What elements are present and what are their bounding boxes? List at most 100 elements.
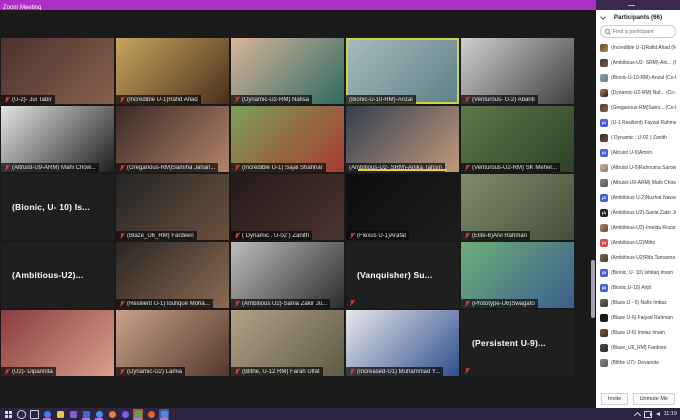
participant-row[interactable]: (Ambitious-U2)Rifa Tamanna [596,250,680,265]
participant-name: (Dynamic-U2-RM) Nafisa [242,97,309,103]
video-tile[interactable]: (Altruist-U9-ARM) Mahi Chow... [1,106,114,172]
participant-row-name: (Blaze U - 6) Nafis Imtiaz [611,300,667,306]
participant-row[interactable]: ( Dynamic . U-02 ) Zanith [596,130,680,145]
titlebar-panel-strip [596,0,680,10]
participant-row[interactable]: (A (Ambitious U-2)Nuzhat Nawar [596,190,680,205]
invite-button[interactable]: Invite [601,393,628,405]
video-tile[interactable]: (Prototype-U6)Swagato [461,242,574,308]
chevron-down-icon[interactable] [601,15,605,19]
avatar [600,134,608,142]
taskbar-icon-task-view[interactable] [29,409,39,420]
participant-row-name: (Ambitious-U2)-Imelda Rozario [611,225,676,231]
participant-name: (Flexus U-1)Arafat [357,233,406,239]
taskbar-icon-app-violet[interactable] [120,409,130,420]
participant-row[interactable]: (U (Altruist U-9)Amrin [596,145,680,160]
participant-name: (Altruist-U9-ARM) Mahi Chow... [12,165,96,171]
taskbar-icon-zoom[interactable] [159,409,169,420]
participants-list[interactable]: (Incredible U-1)Rafid Ahad (Me... (Ambit… [596,40,680,390]
video-tile[interactable]: (Venturous- U-2) Abanti [461,38,574,104]
grid-scrollbar[interactable] [591,38,595,376]
muted-mic-icon [4,368,10,375]
participant-row[interactable]: (Altruist-U9-ARM) Mahi Chowd... [596,175,680,190]
speaker-icon[interactable] [656,412,660,416]
participant-row-name: (Ambitious-U2)Rifa Tamanna [611,255,675,261]
participant-row[interactable]: (Ambitious-U2)-Imelda Rozario [596,220,680,235]
avatar [600,359,608,367]
video-tile[interactable]: (Incredible U-1)Rafid Ahad [116,38,229,104]
unmute-me-button[interactable]: Unmute Me [633,393,675,405]
avatar: (A [600,194,608,202]
tile-display-name: (Bionic, U- 10) Is... [1,174,114,240]
participant-row[interactable]: (Dynamic-U2-RM) Naf... (Co-ho... [596,85,680,100]
participant-row[interactable]: (Bionic-U-10-RM)-Anzal (Co-ho... [596,70,680,85]
taskbar-icon-app-blue[interactable] [94,409,104,420]
taskbar-icon-app-purple[interactable] [68,409,78,420]
video-tile[interactable]: (Blaze_U6_RM) Fardeen [116,174,229,240]
tile-name-label: (Prototype-U6)Swagato [461,299,538,308]
tile-name-label: ( Dynamic . U-02 ) Zanith [231,231,312,240]
video-tile[interactable]: (Bionic-U-10-RM)-Anzal [346,38,459,104]
participant-name: (Resilient U-1)Toufique Moha... [127,301,210,307]
participant-name: (Venturous-U2-RM) SK Meher... [472,165,557,171]
participant-row[interactable]: (B (Bionic, U- 10) Ishtiaq Imam [596,265,680,280]
taskbar-icon-whatsapp[interactable] [133,409,143,420]
participant-row[interactable]: (Ambitious-U2- SRM)-Ani... (Ho... [596,55,680,70]
tile-name-label: (Venturous-U2-RM) SK Meher... [461,163,560,172]
muted-mic-icon [234,164,240,171]
participant-name: (Ambitious U2)-Sania Zakir Ju... [242,301,327,307]
taskbar-icon-mail[interactable] [81,409,91,420]
avatar [600,44,608,52]
participant-search-box[interactable] [600,25,676,38]
participant-row[interactable]: (A (Ambitious-U2)Miho [596,235,680,250]
video-tile[interactable]: (U2)- Dipannita [1,310,114,376]
participant-row[interactable]: (Blithe U7)- Devamita [596,355,680,370]
participant-row[interactable]: (Incredible U-1)Rafid Ahad (Me... [596,40,680,55]
muted-mic-icon [464,164,470,171]
video-tile[interactable]: (Ambitious-U2)... [1,242,114,308]
video-tile[interactable]: (Venturous-U2-RM) SK Meher... [461,106,574,172]
participant-row[interactable]: (Blaze U - 6) Nafis Imtiaz [596,295,680,310]
participant-row-name: (Bionic, U- 10) Ishtiaq Imam [611,270,673,276]
taskbar-icon-firefox[interactable] [107,409,117,420]
participant-name: (Blaze_U6_RM) Fardeen [127,233,194,239]
video-tile[interactable]: (Incredible U-1) Sajal Shahriar [231,106,344,172]
participant-row[interactable]: (Blaze_U6_RM) Fardeen [596,340,680,355]
participant-row[interactable]: (A (Ambitious U2)-Sania Zakir Jui [596,205,680,220]
participant-row[interactable]: (U (U-1 Resilient) Faysal Rahman [596,115,680,130]
taskbar-icon-cortana[interactable] [16,409,26,420]
video-tile[interactable]: ( Dynamic . U-02 ) Zanith [231,174,344,240]
taskbar-icon-edge[interactable] [42,409,52,420]
video-tile[interactable]: (Blithe, U-12 RM) Farah Ulfat [231,310,344,376]
video-tile[interactable]: (Persistent U-9)... [461,310,574,376]
video-tile[interactable]: (Dynamic-U2) Lamia [116,310,229,376]
video-tile[interactable]: (Elite-6)Alvi Rahman [461,174,574,240]
taskbar-icon-opera[interactable] [146,409,156,420]
clock[interactable]: 11:19 [664,411,677,417]
avatar [600,299,608,307]
video-tile[interactable]: (U-2)- Jui Tabir [1,38,114,104]
window-titlebar: Zoom Meeting [0,0,596,10]
video-tile[interactable]: (Bionic, U- 10) Is... [1,174,114,240]
participant-search-input[interactable] [613,29,671,35]
taskbar-icon-start[interactable] [3,409,13,420]
tile-name-label: (Elite-6)Alvi Rahman [461,231,530,240]
grid-scrollbar-thumb[interactable] [591,260,595,318]
participant-row[interactable]: (B (Bionic,U-10) Arijit [596,280,680,295]
tray-chevron-up-icon[interactable] [634,411,641,418]
video-tile[interactable]: (Vanquisher) Su... [346,242,459,308]
participant-row[interactable]: (Gregarious-RM)Sami... (Co-ho... [596,100,680,115]
taskbar-icon-explorer[interactable] [55,409,65,420]
video-tile[interactable]: (Gregarious-RM)Samiha Jahan... [116,106,229,172]
muted-mic-icon [4,164,10,171]
muted-mic-icon [464,300,470,307]
minimize-icon[interactable] [628,5,635,6]
participant-row[interactable]: (Blaze U-6) Faiyad Rahman [596,310,680,325]
video-tile[interactable]: (Flexus U-1)Arafat [346,174,459,240]
participant-row[interactable]: (Blaze U-6) Imtiaz Imam [596,325,680,340]
video-tile[interactable]: (Dynamic-U2-RM) Nafisa [231,38,344,104]
video-tile[interactable]: (Ambitious U2)-Sania Zakir Ju... [231,242,344,308]
video-tile[interactable]: (Resilient U-1)Toufique Moha... [116,242,229,308]
participant-row[interactable]: (Altruist U-9)Rahnuma Sarowar [596,160,680,175]
video-tile[interactable]: (Ambitious-U2- SRM)-Anika Tahsin [346,106,459,172]
video-tile[interactable]: (Increased-U1) Muhammad Y... [346,310,459,376]
